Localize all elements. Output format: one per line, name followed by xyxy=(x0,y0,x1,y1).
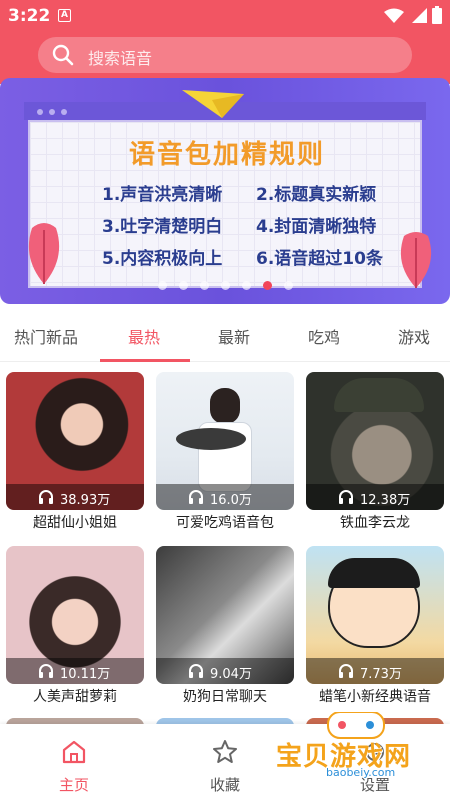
voice-pack-title[interactable]: 超甜仙小姐姐 xyxy=(0,512,150,532)
play-count-bar: 7.73万 xyxy=(306,658,444,684)
tab-hottest[interactable]: 最热 xyxy=(128,324,160,348)
tab-games[interactable]: 游戏 xyxy=(398,324,430,348)
wifi-icon xyxy=(384,8,404,23)
play-count: 38.93万 xyxy=(60,493,111,508)
headphones-icon xyxy=(189,664,203,678)
search-icon xyxy=(52,44,74,66)
banner-rule: 3.吐字清楚明白 xyxy=(102,217,223,237)
carousel-dot[interactable] xyxy=(199,281,209,290)
play-count-bar: 10.11万 xyxy=(6,658,144,684)
app-notification-icon: A xyxy=(58,9,71,22)
carousel-dot[interactable] xyxy=(241,281,251,290)
banner-card: 语音包加精规则 1.声音洪亮清晰 2.标题真实新颖 3.吐字清楚明白 4.封面清… xyxy=(28,120,422,288)
paper-plane-icon xyxy=(182,90,244,118)
headphones-icon xyxy=(39,664,53,678)
headphones-icon xyxy=(39,490,53,504)
voice-pack-title[interactable]: 人美声甜萝莉 xyxy=(0,686,150,706)
play-count: 7.73万 xyxy=(360,667,402,682)
voice-pack-card[interactable]: 9.04万 xyxy=(156,546,294,684)
headphones-icon xyxy=(189,490,203,504)
tab-underline xyxy=(100,359,190,362)
carousel-dot[interactable] xyxy=(262,281,272,290)
app-root: 3:22 A 搜索语音 语音包加精规则 1.声音洪亮清晰 2.标题真实新颖 3.… xyxy=(0,0,450,800)
play-count: 16.0万 xyxy=(210,493,252,508)
voice-pack-title[interactable]: 可爱吃鸡语音包 xyxy=(150,512,300,532)
window-dots-icon xyxy=(37,109,67,115)
carousel-dot[interactable] xyxy=(220,281,230,290)
play-count-bar: 16.0万 xyxy=(156,484,294,510)
voice-pack-card[interactable]: 12.38万 xyxy=(306,372,444,510)
nav-home[interactable]: 主页 xyxy=(34,738,114,795)
carousel-dot[interactable] xyxy=(178,281,188,290)
banner-rule: 5.内容积极向上 xyxy=(102,249,223,269)
search-placeholder: 搜索语音 xyxy=(88,49,153,68)
carousel-dot[interactable] xyxy=(283,281,293,290)
status-time: 3:22 xyxy=(8,6,51,26)
banner-rule: 6.语音超过10条 xyxy=(256,249,383,269)
search-bar[interactable]: 搜索语音 xyxy=(38,37,412,73)
play-count-bar: 12.38万 xyxy=(306,484,444,510)
banner-carousel[interactable]: 语音包加精规则 1.声音洪亮清晰 2.标题真实新颖 3.吐字清楚明白 4.封面清… xyxy=(0,78,450,304)
voice-pack-title[interactable]: 奶狗日常聊天 xyxy=(150,686,300,706)
category-tabs: 热门新品 最热 最新 吃鸡 游戏 xyxy=(0,310,450,362)
banner-rule: 1.声音洪亮清晰 xyxy=(102,185,223,205)
voice-pack-title[interactable]: 蜡笔小新经典语音 xyxy=(300,686,450,706)
nav-favorites[interactable]: 收藏 xyxy=(185,738,265,795)
play-count: 10.11万 xyxy=(60,667,111,682)
carousel-dot[interactable] xyxy=(157,281,167,290)
voice-pack-title[interactable]: 铁血李云龙 xyxy=(300,512,450,532)
nav-label: 收藏 xyxy=(209,776,240,794)
tab-chicken[interactable]: 吃鸡 xyxy=(308,324,340,348)
signal-icon xyxy=(412,8,427,23)
watermark-url: baobeiy.com xyxy=(326,766,396,779)
banner-rule: 2.标题真实新颖 xyxy=(256,185,377,205)
battery-icon xyxy=(432,6,442,24)
play-count: 9.04万 xyxy=(210,667,252,682)
tab-newest[interactable]: 最新 xyxy=(218,324,250,348)
status-bar: 3:22 A xyxy=(0,0,450,32)
banner-title: 语音包加精规则 xyxy=(128,140,325,170)
tab-hot-new[interactable]: 热门新品 xyxy=(14,324,78,348)
star-icon xyxy=(213,740,237,763)
voice-pack-card[interactable]: 16.0万 xyxy=(156,372,294,510)
banner-rule: 4.封面清晰独特 xyxy=(256,217,377,237)
voice-pack-card[interactable]: 10.11万 xyxy=(6,546,144,684)
play-count-bar: 9.04万 xyxy=(156,658,294,684)
voice-pack-card[interactable]: 7.73万 xyxy=(306,546,444,684)
headphones-icon xyxy=(339,490,353,504)
play-count-bar: 38.93万 xyxy=(6,484,144,510)
headphones-icon xyxy=(339,664,353,678)
carousel-indicator xyxy=(0,275,450,294)
nav-label: 主页 xyxy=(58,776,89,794)
play-count: 12.38万 xyxy=(360,493,411,508)
home-icon xyxy=(62,740,86,764)
header: 3:22 A 搜索语音 xyxy=(0,0,450,84)
voice-pack-card[interactable]: 38.93万 xyxy=(6,372,144,510)
